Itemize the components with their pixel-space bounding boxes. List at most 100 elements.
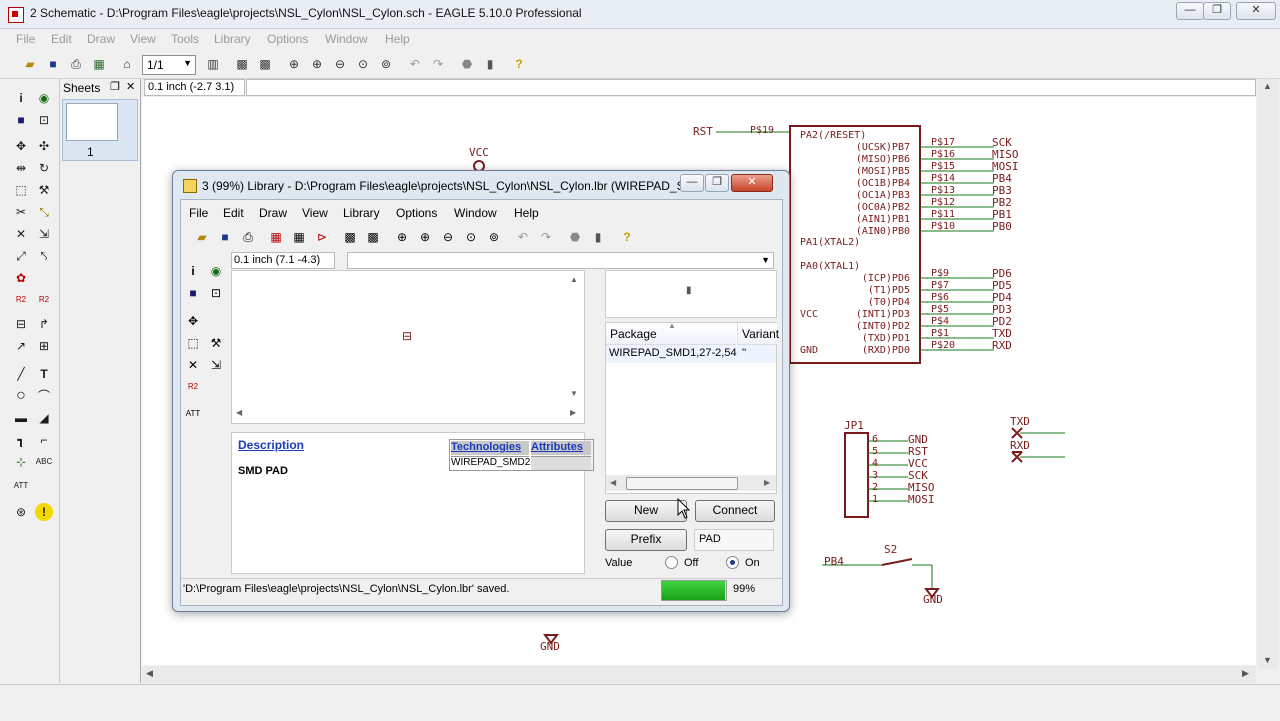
undock-icon[interactable]: ❐ bbox=[110, 80, 120, 93]
package-list[interactable]: Package ▲ Variant WIREPAD_SMD1,27-2,54 '… bbox=[605, 321, 779, 494]
lib-info-icon[interactable]: i bbox=[184, 262, 202, 280]
lib-redo-icon[interactable]: ↷ bbox=[537, 228, 555, 246]
circle-icon[interactable]: ○ bbox=[12, 387, 30, 405]
variant-column-header[interactable]: Variant bbox=[737, 323, 779, 345]
gateswap-icon[interactable]: ✿ bbox=[12, 269, 30, 287]
info-icon[interactable]: i bbox=[12, 89, 30, 107]
mark-icon[interactable]: ⊡ bbox=[35, 111, 53, 129]
junction-icon[interactable]: ⊹ bbox=[12, 453, 30, 471]
lib-menu-library[interactable]: Library bbox=[343, 206, 380, 220]
menu-file[interactable]: File bbox=[16, 32, 35, 46]
rect-icon[interactable]: ▬ bbox=[12, 409, 30, 427]
lib-zoom-in-icon[interactable]: ⊕ bbox=[416, 228, 434, 246]
menu-options[interactable]: Options bbox=[267, 32, 308, 46]
lib-add-icon[interactable]: ⇲ bbox=[207, 356, 225, 374]
net-icon[interactable]: ⌐ bbox=[35, 431, 53, 449]
zoom-in-icon[interactable]: ⊕ bbox=[308, 55, 326, 73]
attribute-icon[interactable]: ATT bbox=[12, 477, 30, 495]
lib-show-eye-icon[interactable]: ◉ bbox=[207, 262, 225, 280]
lib-group-icon[interactable]: ⬚ bbox=[184, 334, 202, 352]
lib-menu-window[interactable]: Window bbox=[454, 206, 497, 220]
lib-package-icon[interactable]: ▦ bbox=[290, 228, 308, 246]
menu-edit[interactable]: Edit bbox=[51, 32, 72, 46]
mirror-icon[interactable]: ⇹ bbox=[12, 159, 30, 177]
lib-display-icon[interactable]: ■ bbox=[184, 284, 202, 302]
menu-draw[interactable]: Draw bbox=[87, 32, 115, 46]
sheet-thumbnail[interactable]: 1 bbox=[62, 99, 138, 161]
redo-icon[interactable]: ↷ bbox=[429, 55, 447, 73]
show-eye-icon[interactable]: ◉ bbox=[35, 89, 53, 107]
attributes-link[interactable]: Attributes bbox=[531, 441, 591, 455]
lib-redraw-icon[interactable]: ⊙ bbox=[462, 228, 480, 246]
menu-window[interactable]: Window bbox=[325, 32, 368, 46]
lib-save-icon[interactable]: ■ bbox=[216, 228, 234, 246]
miter-icon[interactable]: ↱ bbox=[35, 315, 53, 333]
command-line[interactable] bbox=[246, 79, 1256, 96]
scroll-down-icon[interactable]: ▼ bbox=[570, 389, 578, 398]
vertical-scrollbar[interactable]: ▲ ▼ bbox=[1258, 79, 1278, 669]
scroll-right-icon[interactable]: ▶ bbox=[570, 408, 576, 417]
lib-move-icon[interactable]: ✥ bbox=[184, 312, 202, 330]
cam-icon[interactable]: ▦ bbox=[90, 55, 108, 73]
package-preview[interactable]: ▮ bbox=[605, 270, 777, 318]
lib-zoom-fit-icon[interactable]: ⊕ bbox=[393, 228, 411, 246]
lib-menu-options[interactable]: Options bbox=[396, 206, 437, 220]
errors-icon[interactable]: ! bbox=[35, 503, 53, 521]
script-icon[interactable]: ⌂ bbox=[118, 55, 136, 73]
lib-layer-icon[interactable]: ▩ bbox=[364, 228, 382, 246]
group-icon[interactable]: ⬚ bbox=[12, 181, 30, 199]
package-list-hscrollbar[interactable]: ◀ ▶ bbox=[606, 475, 776, 491]
rotate-icon[interactable]: ↻ bbox=[35, 159, 53, 177]
change-wrench-icon[interactable]: ⚒ bbox=[35, 181, 53, 199]
scroll-right-icon[interactable]: ▶ bbox=[1242, 668, 1249, 679]
copy-icon[interactable]: ✣ bbox=[35, 137, 53, 155]
lib-name-icon[interactable]: R2 bbox=[184, 378, 202, 396]
lib-command-line[interactable]: ▼ bbox=[347, 252, 774, 269]
scroll-left-icon[interactable]: ◀ bbox=[610, 478, 616, 487]
lib-zoom-select-icon[interactable]: ⊚ bbox=[485, 228, 503, 246]
print-icon[interactable]: ⎙ bbox=[67, 55, 85, 73]
display-icon[interactable]: ■ bbox=[12, 111, 30, 129]
lib-go-icon[interactable]: ▮ bbox=[589, 228, 607, 246]
prefix-button[interactable]: Prefix bbox=[605, 529, 687, 551]
stop-icon[interactable]: ⬣ bbox=[458, 55, 476, 73]
name-icon[interactable]: R2 bbox=[35, 291, 53, 309]
text-icon[interactable]: T bbox=[35, 365, 53, 383]
split-icon[interactable]: ↗ bbox=[12, 337, 30, 355]
library-close-button[interactable]: ✕ bbox=[731, 174, 773, 192]
arc-icon[interactable]: ⌒ bbox=[35, 387, 53, 405]
delete-icon[interactable]: ✕ bbox=[12, 225, 30, 243]
lib-mark-icon[interactable]: ⊡ bbox=[207, 284, 225, 302]
lib-delete-icon[interactable]: ✕ bbox=[184, 356, 202, 374]
technologies-link[interactable]: Technologies bbox=[451, 441, 529, 455]
erc-icon[interactable]: ⊛ bbox=[12, 503, 30, 521]
sheets-close-icon[interactable]: ✕ bbox=[126, 80, 135, 93]
add-icon[interactable]: ⇲ bbox=[35, 225, 53, 243]
wire-icon[interactable]: ╱ bbox=[12, 365, 30, 383]
value-icon[interactable]: R2 bbox=[12, 291, 30, 309]
horizontal-scrollbar[interactable]: ◀ ▶ bbox=[142, 666, 1256, 683]
lib-print-icon[interactable]: ⎙ bbox=[239, 228, 257, 246]
grid-icon[interactable]: ▩ bbox=[233, 55, 251, 73]
prefix-field[interactable]: PAD bbox=[694, 529, 774, 551]
help-icon[interactable]: ? bbox=[510, 55, 528, 73]
lib-stop-icon[interactable]: ⬣ bbox=[566, 228, 584, 246]
value-off-radio[interactable] bbox=[665, 556, 678, 569]
scroll-right-icon[interactable]: ▶ bbox=[764, 478, 770, 487]
zoom-select-icon[interactable]: ⊚ bbox=[377, 55, 395, 73]
paste-icon[interactable]: ⤡ bbox=[35, 203, 53, 221]
lib-menu-draw[interactable]: Draw bbox=[259, 206, 287, 220]
menu-tools[interactable]: Tools bbox=[171, 32, 199, 46]
lib-change-wrench-icon[interactable]: ⚒ bbox=[207, 334, 225, 352]
library-maximize-button[interactable]: ❐ bbox=[705, 174, 729, 192]
lib-help-icon[interactable]: ? bbox=[618, 228, 636, 246]
save-icon[interactable]: ■ bbox=[44, 55, 62, 73]
zoom-out-icon[interactable]: ⊖ bbox=[331, 55, 349, 73]
package-row[interactable]: WIREPAD_SMD1,27-2,54 '' bbox=[606, 345, 776, 363]
maximize-button[interactable]: ❐ bbox=[1203, 2, 1231, 20]
sheet-select[interactable]: 1/1 ▼ bbox=[142, 55, 196, 75]
zoom-fit-icon[interactable]: ⊕ bbox=[285, 55, 303, 73]
use-library-icon[interactable]: ▥ bbox=[204, 55, 222, 73]
lib-menu-view[interactable]: View bbox=[302, 206, 328, 220]
scroll-left-icon[interactable]: ◀ bbox=[146, 668, 153, 679]
